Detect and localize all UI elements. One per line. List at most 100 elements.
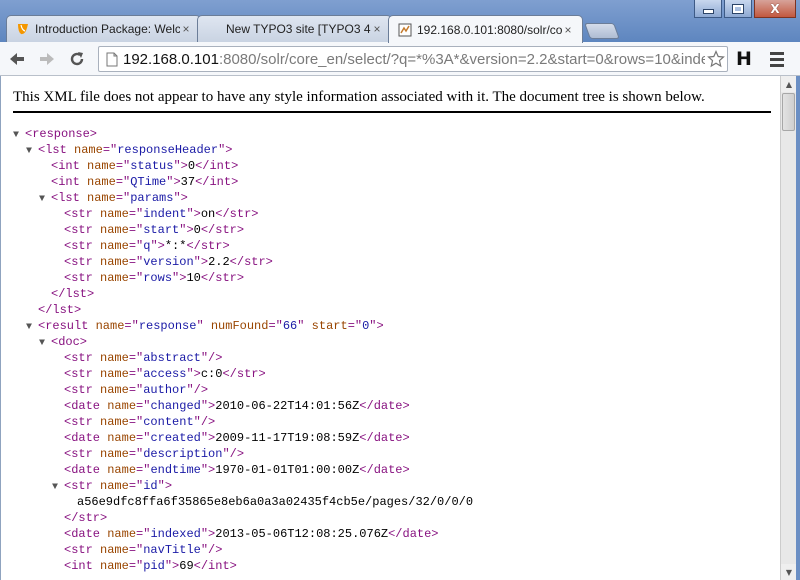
xml-attr-name: name xyxy=(95,319,125,333)
xml-attr-value: rows xyxy=(143,271,173,285)
bookmark-star-icon[interactable] xyxy=(705,50,727,68)
xml-tag: <date xyxy=(64,399,108,413)
xml-tag: =" xyxy=(128,255,144,269)
xml-attr-value: created xyxy=(150,431,201,445)
xml-line: ▼ <lst name="params"> xyxy=(13,190,473,206)
xml-tag: =" xyxy=(128,559,144,573)
vertical-scrollbar[interactable]: ▲ ▼ xyxy=(780,76,797,580)
xml-line: <str name="start">0</str> xyxy=(13,222,473,238)
tab-close-icon[interactable]: × xyxy=(180,22,192,36)
xml-text: 10 xyxy=(186,271,201,285)
xml-line: ▼ <doc> xyxy=(13,334,473,350)
xml-tag: =" xyxy=(347,319,363,333)
xml-line: <str name="indent">on</str> xyxy=(13,206,473,222)
xml-tag: " xyxy=(196,319,211,333)
xml-tag: =" xyxy=(128,223,144,237)
xml-attr-value: responseHeader xyxy=(117,143,219,157)
xml-attr-name: name xyxy=(100,415,129,429)
xml-tag: </str> xyxy=(200,271,245,285)
xml-tag: =" xyxy=(128,447,144,461)
scroll-up-icon[interactable]: ▲ xyxy=(781,76,797,92)
xml-line: <str name="version">2.2</str> xyxy=(13,254,473,270)
xml-tag: =" xyxy=(115,191,131,205)
xml-attr-name: name xyxy=(100,207,129,221)
xml-tag: </int> xyxy=(193,559,237,573)
xml-tag: <str xyxy=(64,447,101,461)
xml-tag: <str xyxy=(64,367,101,381)
minimize-icon xyxy=(703,9,713,13)
scroll-thumb[interactable] xyxy=(782,93,795,131)
xml-tag: <str xyxy=(64,383,101,397)
xml-tag: "/> xyxy=(186,383,209,397)
xml-line: <str name="description"/> xyxy=(13,446,473,462)
xml-attr-name: start xyxy=(311,319,348,333)
xml-attr-name: name xyxy=(100,351,129,365)
window-frame xyxy=(796,76,800,580)
xml-tag: =" xyxy=(115,159,131,173)
xml-attr-name: name xyxy=(87,175,116,189)
xml-tag: "> xyxy=(200,399,216,413)
xml-tag: "> xyxy=(218,143,233,157)
xml-line: <int name="QTime">37</int> xyxy=(13,174,473,190)
xml-text: *:* xyxy=(164,239,187,253)
xml-tag: "> xyxy=(164,559,180,573)
xml-tag: "> xyxy=(150,239,165,253)
xml-tag: <str xyxy=(64,207,101,221)
tab-introduction-package[interactable]: Introduction Package: Welco × xyxy=(6,15,201,42)
xml-text: 2.2 xyxy=(208,255,230,269)
xml-tag: =" xyxy=(102,143,118,157)
xml-tag: "> xyxy=(200,527,216,541)
typo3-icon xyxy=(15,21,31,37)
xml-tag: </str> xyxy=(215,207,259,221)
xml-text: 0 xyxy=(193,223,201,237)
page-icon xyxy=(101,52,123,67)
extension-h-button[interactable]: H xyxy=(736,48,752,70)
minimize-button[interactable] xyxy=(694,0,722,18)
xml-tag: =" xyxy=(128,383,144,397)
back-button[interactable] xyxy=(4,46,30,72)
scroll-down-icon[interactable]: ▼ xyxy=(781,564,797,580)
xml-line: <date name="indexed">2013-05-06T12:08:25… xyxy=(13,526,473,542)
close-window-button[interactable]: X xyxy=(754,0,796,18)
reload-button[interactable] xyxy=(64,46,90,72)
xml-tag: "> xyxy=(186,207,201,221)
xml-text: 2013-05-06T12:08:25.076Z xyxy=(215,527,389,541)
url-path: :8080/solr/core_en/select/?q=*%3A*&versi… xyxy=(218,50,705,68)
address-bar[interactable]: 192.168.0.101:8080/solr/core_en/select/?… xyxy=(98,46,728,72)
xml-tag: =" xyxy=(124,319,139,333)
xml-tag: "/> xyxy=(200,543,223,557)
blank-page-icon xyxy=(206,21,222,37)
xml-line: <str name="author"/> xyxy=(13,382,473,398)
chrome-menu-icon[interactable] xyxy=(770,52,784,70)
xml-attr-value: status xyxy=(130,159,174,173)
xml-tag: </str> xyxy=(222,367,266,381)
tab-solr-select[interactable]: 192.168.0.101:8080/solr/co × xyxy=(388,15,583,43)
maximize-icon xyxy=(732,3,744,14)
xml-tag: </str> xyxy=(200,223,245,237)
maximize-button[interactable] xyxy=(724,0,752,18)
xml-attr-value: indexed xyxy=(150,527,201,541)
xml-attr-name: name xyxy=(100,479,129,493)
xml-attr-name: name xyxy=(100,223,129,237)
xml-tag: </date> xyxy=(388,527,439,541)
tab-new-typo3-site[interactable]: New TYPO3 site [TYPO3 4.7. × xyxy=(197,15,392,42)
tab-close-icon[interactable]: × xyxy=(562,23,574,37)
forward-arrow-icon xyxy=(40,52,54,65)
xml-tag: <str xyxy=(64,351,101,365)
url-host: 192.168.0.101 xyxy=(123,50,219,68)
xml-tag: </date> xyxy=(359,399,410,413)
xml-tag: <date xyxy=(64,431,108,445)
url-text: 192.168.0.101:8080/solr/core_en/select/?… xyxy=(123,51,705,68)
xml-tag: </str> xyxy=(229,255,273,269)
xml-tag: <str xyxy=(64,415,101,429)
xml-tag: =" xyxy=(128,479,144,493)
xml-tag: </lst> xyxy=(51,287,95,301)
xml-tag: =" xyxy=(115,175,131,189)
forward-button[interactable] xyxy=(34,46,60,72)
xml-tag: "> xyxy=(369,319,384,333)
xml-line: <date name="created">2009-11-17T19:08:59… xyxy=(13,430,473,446)
new-tab-button[interactable] xyxy=(584,23,620,39)
xml-tag: "> xyxy=(186,367,201,381)
xml-attr-value: access xyxy=(143,367,187,381)
tab-close-icon[interactable]: × xyxy=(371,22,383,36)
